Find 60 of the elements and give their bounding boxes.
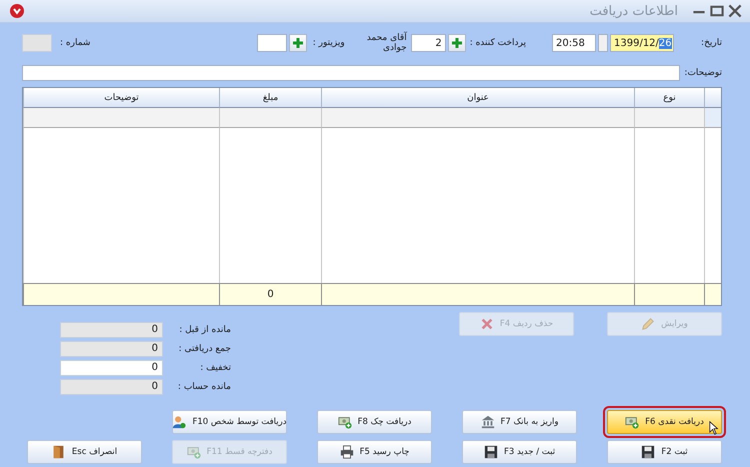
banknote-plus-icon xyxy=(338,415,352,429)
date-field[interactable]: 1399/12/26 xyxy=(610,34,674,52)
summary-field[interactable]: 0 xyxy=(60,341,163,357)
close-icon[interactable] xyxy=(728,4,742,18)
summary-label: تخفیف : xyxy=(199,363,231,373)
table-cell[interactable] xyxy=(219,108,321,128)
payer-name: آقای محمد جوادی xyxy=(366,33,407,53)
row-header[interactable] xyxy=(704,108,721,128)
window-title: اطلاعات دریافت xyxy=(590,4,678,18)
action-button[interactable]: دریافت توسط شخص F10 xyxy=(172,410,287,434)
column-header[interactable]: عنوان xyxy=(321,88,634,108)
payer-code-field[interactable]: 2 xyxy=(410,34,446,52)
table-cell[interactable] xyxy=(634,108,704,128)
action-button[interactable]: چاپ رسید F5 xyxy=(317,440,432,464)
column-header[interactable]: مبلغ xyxy=(219,88,321,108)
column-header[interactable]: نوع xyxy=(634,88,704,108)
door-icon xyxy=(52,445,66,459)
date-label: تاریخ: xyxy=(700,38,722,48)
maximize-icon[interactable] xyxy=(710,4,724,18)
cursor-icon xyxy=(709,421,719,435)
floppy-icon xyxy=(484,445,498,459)
description-label: توضیحات: xyxy=(683,68,722,78)
summary-field[interactable]: 0 xyxy=(60,322,163,338)
summary-field[interactable]: 0 xyxy=(60,379,163,395)
pencil-icon xyxy=(641,317,656,331)
time-field[interactable]: 20:58 xyxy=(552,34,596,52)
action-button[interactable]: انصراف Esc xyxy=(27,440,142,464)
banknote-plus-icon xyxy=(186,445,201,459)
action-button[interactable]: ثبت F2 xyxy=(607,440,722,464)
visitor-field[interactable] xyxy=(256,34,287,52)
total-cell: 0 xyxy=(219,283,321,305)
app-logo-icon xyxy=(10,4,24,18)
action-button[interactable]: دریافت چک F8 xyxy=(317,410,432,434)
floppy-icon xyxy=(641,445,656,459)
plus-icon xyxy=(450,36,464,50)
action-button[interactable]: واریز به بانک F7 xyxy=(462,410,577,434)
summary-label: مانده حساب : xyxy=(176,382,231,392)
summary-label: مانده از قبل : xyxy=(178,325,231,335)
plus-icon xyxy=(290,36,305,50)
row-header xyxy=(704,283,721,305)
cross-icon xyxy=(480,317,494,331)
summary-field[interactable]: 0 xyxy=(60,360,163,376)
banknote-plus-icon xyxy=(625,415,640,429)
add-button[interactable] xyxy=(448,34,466,52)
spin-button[interactable] xyxy=(598,34,608,52)
add-button[interactable] xyxy=(288,34,307,52)
number-field[interactable] xyxy=(22,34,52,52)
printer-icon xyxy=(340,445,354,459)
summary-label: جمع دریافتی : xyxy=(178,344,231,354)
description-field[interactable] xyxy=(22,65,680,81)
person-icon xyxy=(172,415,186,429)
table-cell[interactable] xyxy=(23,108,219,128)
number-label: شماره : xyxy=(60,38,90,48)
table-cell xyxy=(634,283,704,305)
action-button[interactable]: ثبت / جدید F3 xyxy=(462,440,577,464)
column-header[interactable]: توضیحات xyxy=(23,88,219,108)
payer-label: پرداخت کننده : xyxy=(470,38,526,48)
visitor-label: ویزیتور : xyxy=(312,38,345,48)
bank-icon xyxy=(480,415,495,429)
table-cell[interactable] xyxy=(321,108,634,128)
